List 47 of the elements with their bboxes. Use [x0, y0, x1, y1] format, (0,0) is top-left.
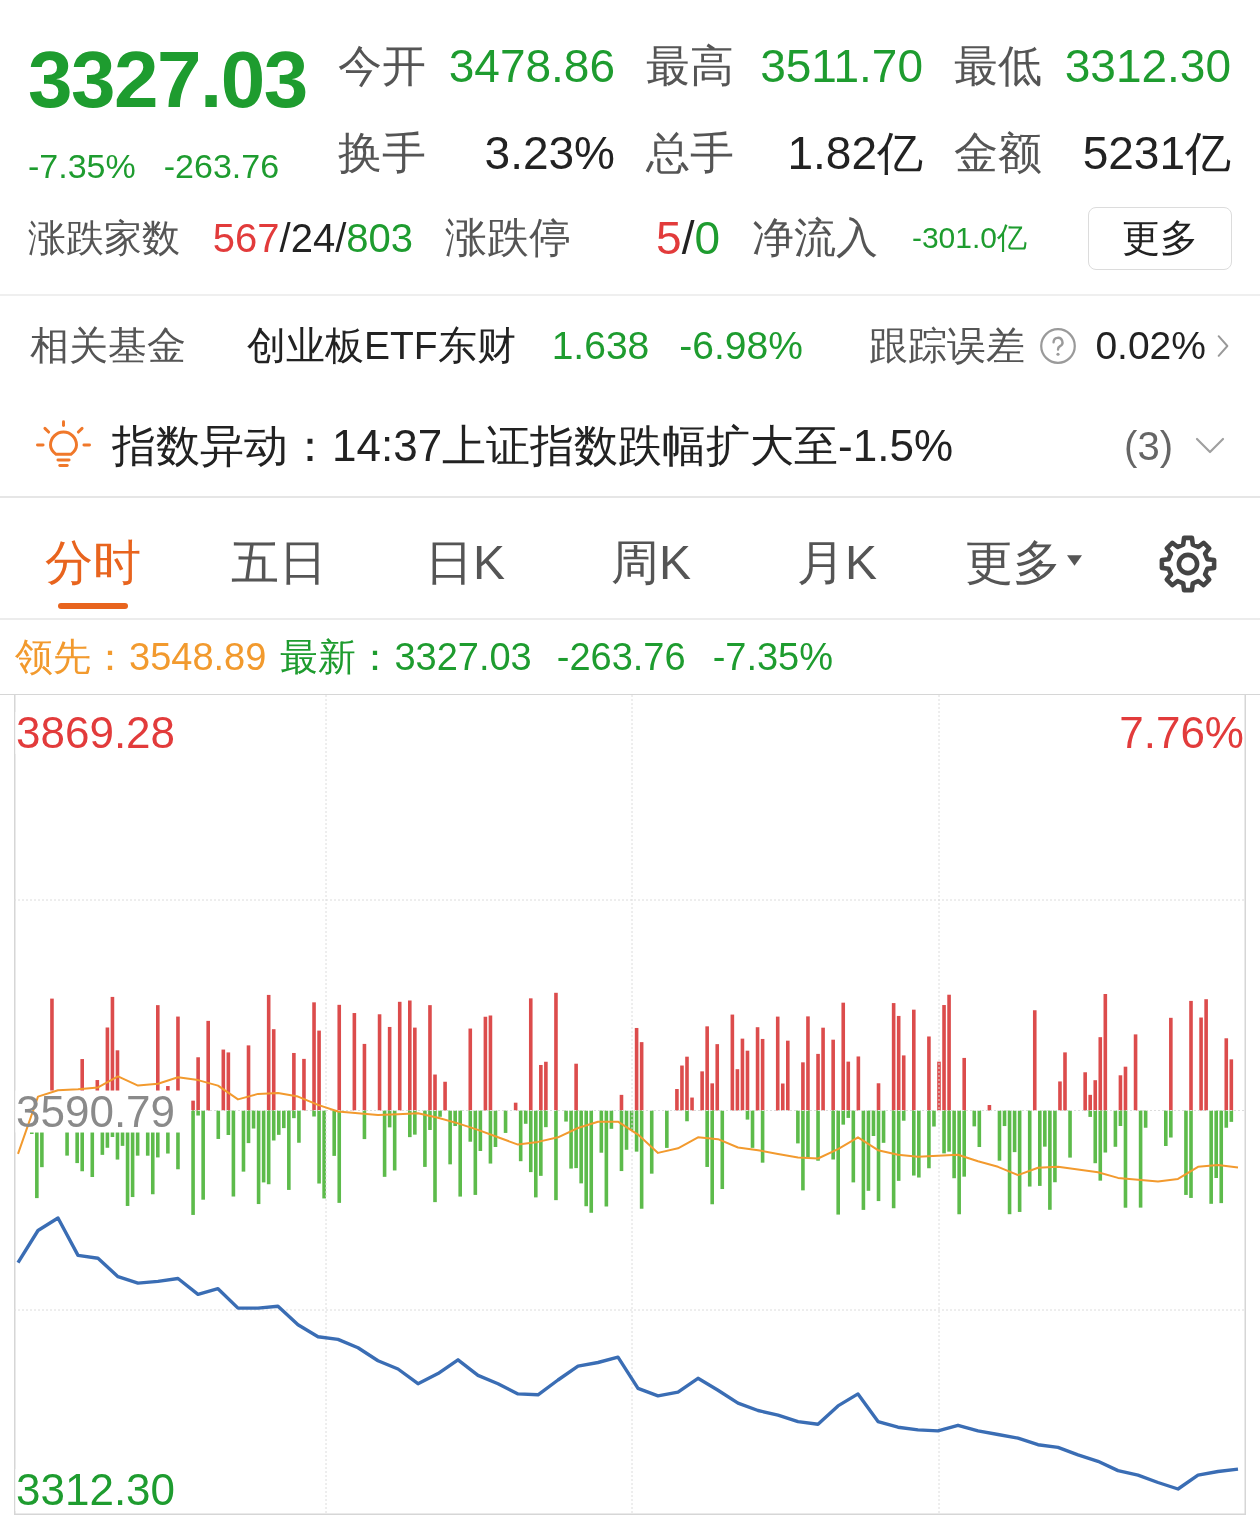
stat-value: 3511.70: [760, 39, 923, 92]
chart-tab[interactable]: 月K: [789, 520, 885, 611]
last-price: 3327.03: [28, 40, 307, 120]
axis-label: 7.76%: [1119, 708, 1244, 757]
tracking-label: 跟踪误差: [869, 323, 1026, 369]
fund-price: 1.638: [551, 324, 650, 368]
stat-label: 金额: [954, 126, 1042, 179]
alert-count: (3): [1124, 423, 1173, 469]
latest-change-percent: -7.35%: [712, 635, 834, 679]
legend-reading: 最新：3327.03: [280, 634, 532, 680]
fund-name: 创业板ETF东财: [247, 323, 516, 369]
breadth-label: 涨跌停: [445, 213, 571, 263]
breadth-value: 5/0: [656, 211, 720, 265]
stat-label: 今开: [338, 39, 426, 92]
more-button[interactable]: 更多: [1088, 206, 1232, 270]
legend-reading: 领先：3548.89: [15, 634, 267, 680]
axis-label: 3869.28: [16, 708, 176, 757]
fund-label: 相关基金: [30, 323, 186, 369]
stat-value: 1.82亿: [787, 126, 923, 179]
caret-icon: [1066, 554, 1082, 566]
chevron-down-icon[interactable]: [1195, 437, 1225, 455]
alert-text: 指数异动：14:37上证指数跌幅扩大至-1.5%: [112, 419, 954, 472]
breadth-label: 涨跌家数: [28, 215, 180, 261]
stat-value: 3478.86: [448, 39, 615, 92]
chart-tab[interactable]: 日K: [417, 520, 513, 611]
stat-label: 最高: [646, 39, 734, 92]
chart-tab[interactable]: 五日: [223, 520, 335, 611]
breadth-value: 567/24/803: [212, 215, 413, 261]
change-percent: -7.35%: [28, 146, 136, 186]
change-amount: -263.76: [163, 146, 280, 186]
stat-value: 5231亿: [1082, 126, 1231, 179]
tracking-value: 0.02%: [1095, 324, 1206, 368]
chart-tab[interactable]: 更多: [956, 520, 1090, 611]
stat-value: 3312.30: [1064, 39, 1231, 92]
axis-label: 3312.30: [16, 1465, 176, 1515]
stat-label: 换手: [338, 126, 426, 179]
stat-label: 最低: [954, 39, 1042, 92]
fund-change: -6.98%: [679, 324, 803, 368]
chart-tab[interactable]: 周K: [603, 520, 699, 611]
stat-value: 3.23%: [484, 126, 615, 179]
latest-change: -263.76: [556, 635, 686, 679]
breadth-label: 净流入: [752, 213, 878, 263]
chevron-right-icon: [1216, 334, 1230, 358]
help-icon[interactable]: [1039, 327, 1078, 365]
settings-icon[interactable]: [1158, 534, 1218, 594]
stat-label: 总手: [646, 126, 734, 179]
breadth-value: -301.0亿: [911, 219, 1027, 256]
